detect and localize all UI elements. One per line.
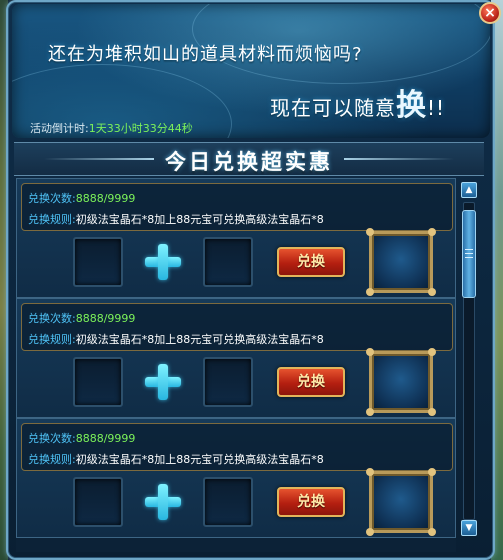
reward-slot[interactable]: [366, 228, 436, 296]
close-button[interactable]: ×: [479, 2, 501, 24]
banner-subheadline-emphasis: 换: [396, 88, 427, 123]
exchange-count-value: 8888/9999: [75, 312, 136, 325]
banner-subheadline-suffix: !!: [427, 96, 446, 120]
section-title: 今日兑换超实惠: [165, 149, 333, 174]
exchange-info-box: 兑换次数:8888/9999 兑换规则:初级法宝晶石*8加上88元宝可兑换高级法…: [21, 183, 453, 231]
exchange-count-value: 8888/9999: [75, 192, 136, 205]
exchange-count-label: 兑换次数:: [28, 432, 76, 445]
close-icon: ×: [484, 5, 496, 21]
list-scrollbar[interactable]: ▲ ▼: [459, 180, 479, 540]
exchange-button[interactable]: 兑换: [277, 487, 345, 517]
exchange-rule-label: 兑换规则:: [28, 213, 76, 226]
exchange-rule-text: 初级法宝晶石*8加上88元宝可兑换高级法宝晶石*8: [75, 453, 324, 466]
countdown-value: 1天33小时33分44秒: [88, 122, 193, 135]
exchange-count-row: 兑换次数:8888/9999: [28, 190, 135, 206]
section-title-bar: 今日兑换超实惠: [14, 142, 484, 176]
exchange-item: 兑换次数:8888/9999 兑换规则:初级法宝晶石*8加上88元宝可兑换高级法…: [16, 178, 456, 298]
exchange-item: 兑换次数:8888/9999 兑换规则:初级法宝晶石*8加上88元宝可兑换高级法…: [16, 418, 456, 538]
reward-slot[interactable]: [366, 468, 436, 536]
scrollbar-thumb[interactable]: [462, 210, 476, 298]
material-slot-2[interactable]: [203, 357, 253, 407]
exchange-item: 兑换次数:8888/9999 兑换规则:初级法宝晶石*8加上88元宝可兑换高级法…: [16, 298, 456, 418]
material-slot-2[interactable]: [203, 477, 253, 527]
exchange-rule-row: 兑换规则:初级法宝晶石*8加上88元宝可兑换高级法宝晶石*8: [28, 451, 324, 467]
exchange-count-value: 8888/9999: [75, 432, 136, 445]
material-slot-1[interactable]: [73, 237, 123, 287]
exchange-rule-label: 兑换规则:: [28, 453, 76, 466]
plus-icon: [143, 362, 183, 402]
exchange-rule-row: 兑换规则:初级法宝晶石*8加上88元宝可兑换高级法宝晶石*8: [28, 211, 324, 227]
material-slot-2[interactable]: [203, 237, 253, 287]
promo-banner: 还在为堆积如山的道具材料而烦恼吗? 现在可以随意换!! 活动倒计时:1天33小时…: [12, 4, 490, 138]
countdown-label: 活动倒计时:: [30, 122, 89, 135]
material-slot-1[interactable]: [73, 357, 123, 407]
exchange-info-box: 兑换次数:8888/9999 兑换规则:初级法宝晶石*8加上88元宝可兑换高级法…: [21, 423, 453, 471]
material-slot-1[interactable]: [73, 477, 123, 527]
exchange-rule-text: 初级法宝晶石*8加上88元宝可兑换高级法宝晶石*8: [75, 333, 324, 346]
banner-subheadline: 现在可以随意换!!: [270, 80, 445, 124]
banner-subheadline-text: 现在可以随意: [270, 96, 396, 120]
exchange-list: 兑换次数:8888/9999 兑换规则:初级法宝晶石*8加上88元宝可兑换高级法…: [16, 178, 456, 552]
exchange-rule-text: 初级法宝晶石*8加上88元宝可兑换高级法宝晶石*8: [75, 213, 324, 226]
exchange-count-row: 兑换次数:8888/9999: [28, 310, 135, 326]
reward-slot[interactable]: [366, 348, 436, 416]
event-countdown: 活动倒计时:1天33小时33分44秒: [30, 120, 193, 136]
plus-icon: [143, 242, 183, 282]
exchange-count-label: 兑换次数:: [28, 192, 76, 205]
exchange-button[interactable]: 兑换: [277, 247, 345, 277]
arrow-down-icon[interactable]: ▼: [461, 520, 477, 536]
arrow-up-icon[interactable]: ▲: [461, 182, 477, 198]
exchange-button[interactable]: 兑换: [277, 367, 345, 397]
exchange-info-box: 兑换次数:8888/9999 兑换规则:初级法宝晶石*8加上88元宝可兑换高级法…: [21, 303, 453, 351]
plus-icon: [143, 482, 183, 522]
exchange-count-label: 兑换次数:: [28, 312, 76, 325]
banner-headline: 还在为堆积如山的道具材料而烦恼吗?: [48, 44, 363, 65]
exchange-count-row: 兑换次数:8888/9999: [28, 430, 135, 446]
exchange-rule-label: 兑换规则:: [28, 333, 76, 346]
exchange-rule-row: 兑换规则:初级法宝晶石*8加上88元宝可兑换高级法宝晶石*8: [28, 331, 324, 347]
